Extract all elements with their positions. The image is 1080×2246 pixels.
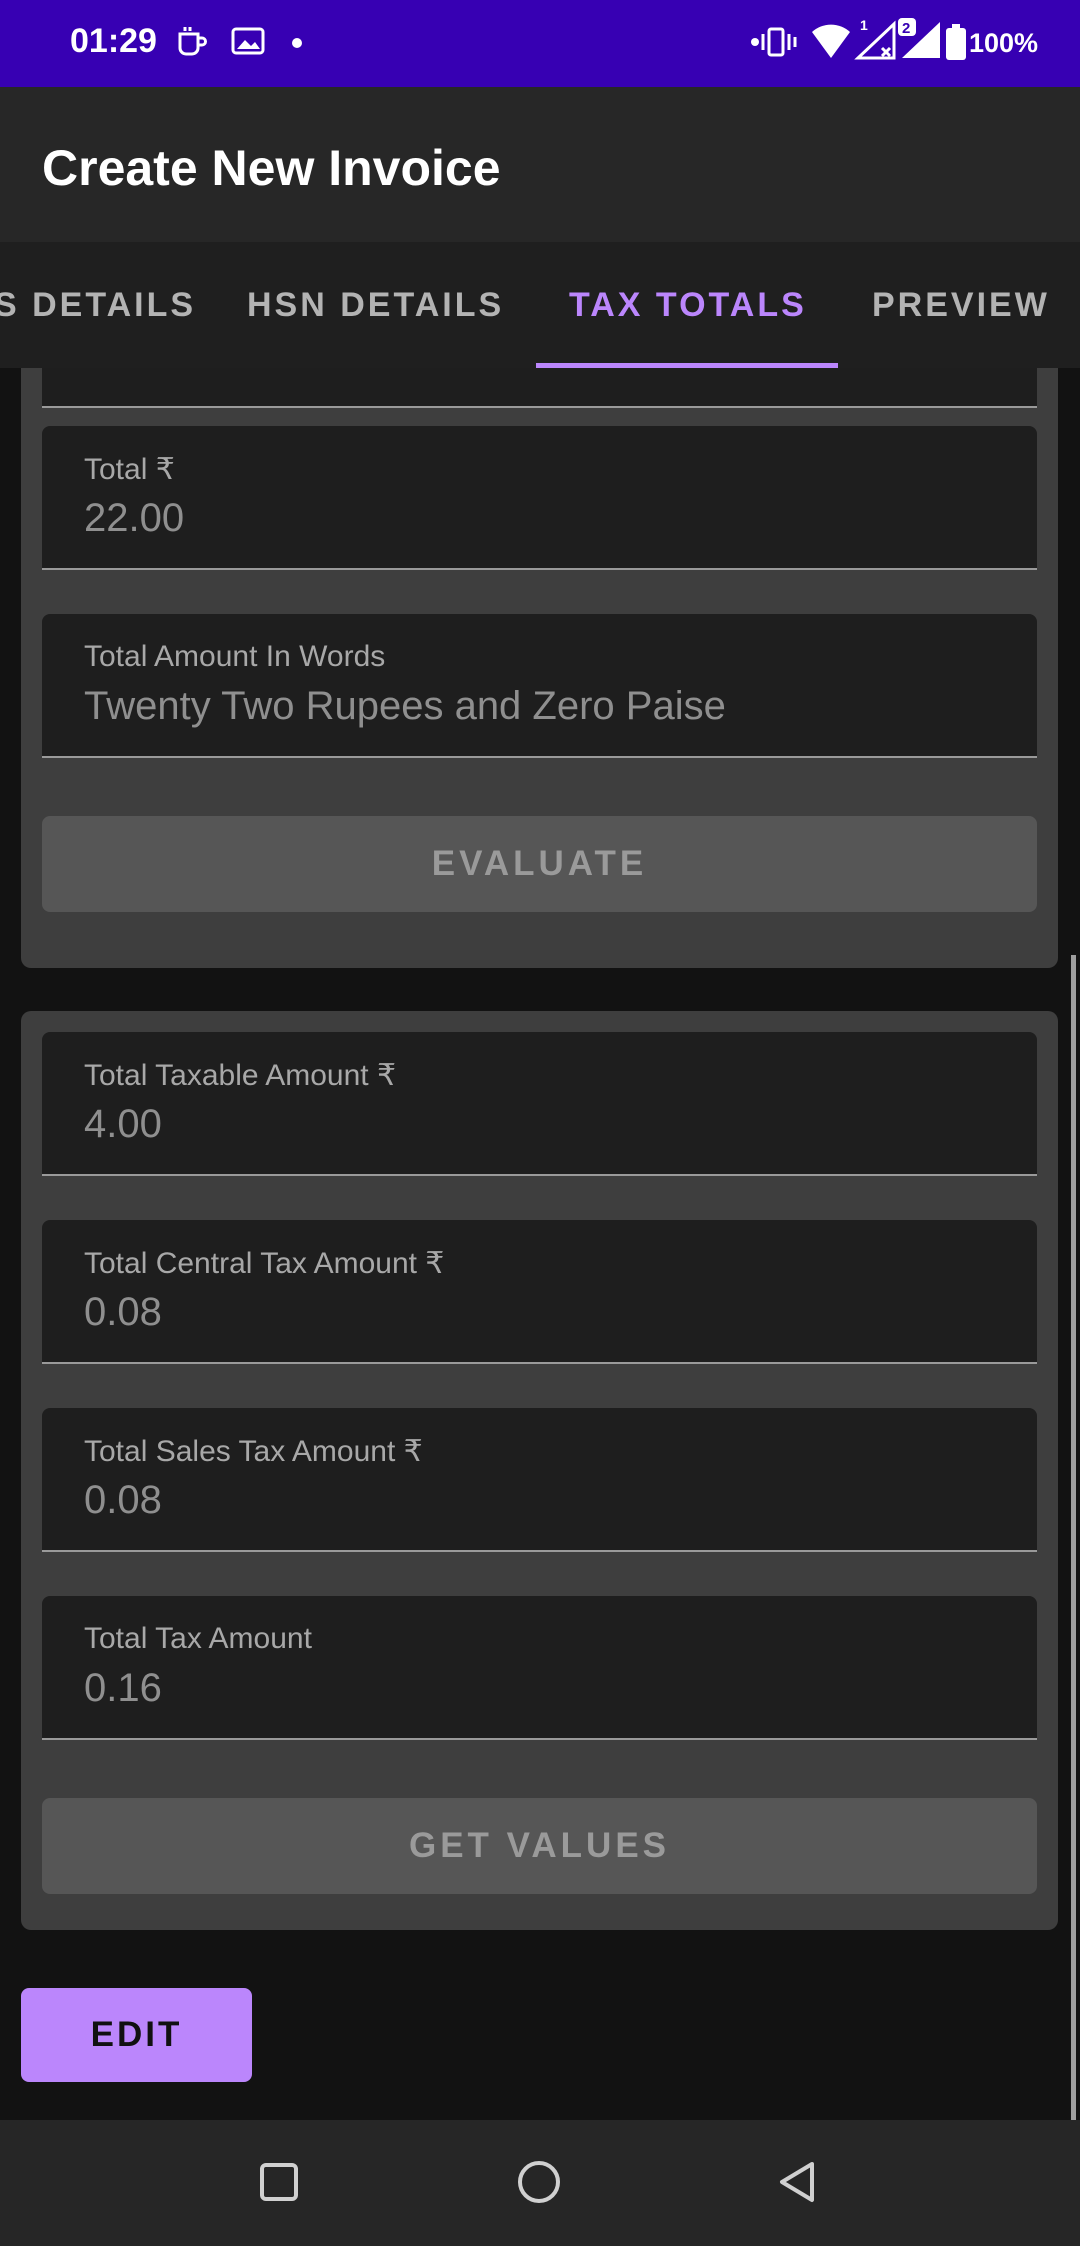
totals-card: Total ₹ 22.00 Total Amount In Words Twen… bbox=[21, 368, 1058, 968]
dot-icon bbox=[291, 36, 303, 54]
total-central-tax-amount-value: 0.08 bbox=[84, 1290, 162, 1334]
square-icon bbox=[260, 2163, 298, 2201]
home-button[interactable] bbox=[516, 2160, 562, 2209]
total-amount-in-words-field[interactable]: Total Amount In Words Twenty Two Rupees … bbox=[42, 614, 1037, 758]
status-bar: 01:29 1 2 100% bbox=[0, 0, 1080, 87]
app-bar: Create New Invoice bbox=[0, 87, 1080, 242]
vibrate-icon bbox=[750, 24, 802, 65]
get-values-button[interactable]: GET VALUES bbox=[42, 1798, 1037, 1894]
previous-field[interactable] bbox=[42, 368, 1037, 408]
battery-icon bbox=[946, 24, 966, 65]
svg-text:2: 2 bbox=[902, 20, 910, 37]
tab-items-details[interactable]: S DETAILS bbox=[0, 286, 196, 325]
total-sales-tax-amount-label: Total Sales Tax Amount ₹ bbox=[84, 1435, 423, 1468]
signal-1-icon: 1 bbox=[854, 17, 900, 67]
tax-totals-content[interactable]: Total ₹ 22.00 Total Amount In Words Twen… bbox=[0, 368, 1080, 2120]
total-tax-amount-field[interactable]: Total Tax Amount 0.16 bbox=[42, 1596, 1037, 1740]
navigation-bar bbox=[0, 2120, 1080, 2246]
status-time: 01:29 bbox=[70, 22, 157, 60]
scrollbar[interactable] bbox=[1071, 955, 1076, 2120]
tab-preview[interactable]: PREVIEW bbox=[872, 286, 1050, 325]
tab-hsn-details[interactable]: HSN DETAILS bbox=[247, 286, 504, 325]
total-amount-in-words-value: Twenty Two Rupees and Zero Paise bbox=[84, 684, 726, 728]
tab-tax-totals[interactable]: TAX TOTALS bbox=[569, 286, 807, 325]
circle-icon bbox=[518, 2161, 560, 2203]
wifi-icon bbox=[810, 20, 852, 65]
tax-values-card: Total Taxable Amount ₹ 4.00 Total Centra… bbox=[21, 1011, 1058, 1930]
signal-2-icon: 2 bbox=[898, 18, 944, 67]
total-central-tax-amount-label: Total Central Tax Amount ₹ bbox=[84, 1247, 445, 1280]
total-sales-tax-amount-value: 0.08 bbox=[84, 1478, 162, 1522]
total-field[interactable]: Total ₹ 22.00 bbox=[42, 426, 1037, 570]
total-tax-amount-value: 0.16 bbox=[84, 1666, 162, 1710]
total-label: Total ₹ bbox=[84, 453, 175, 486]
image-notification-icon bbox=[230, 24, 266, 63]
recents-button[interactable] bbox=[259, 2160, 299, 2209]
back-button[interactable] bbox=[776, 2160, 818, 2209]
evaluate-button[interactable]: EVALUATE bbox=[42, 816, 1037, 912]
total-taxable-amount-label: Total Taxable Amount ₹ bbox=[84, 1059, 397, 1092]
total-sales-tax-amount-field[interactable]: Total Sales Tax Amount ₹ 0.08 bbox=[42, 1408, 1037, 1552]
total-central-tax-amount-field[interactable]: Total Central Tax Amount ₹ 0.08 bbox=[42, 1220, 1037, 1364]
total-amount-in-words-label: Total Amount In Words bbox=[84, 640, 386, 673]
coffee-notification-icon bbox=[174, 24, 208, 65]
page-title: Create New Invoice bbox=[42, 140, 501, 196]
edit-button[interactable]: EDIT bbox=[21, 1988, 252, 2082]
total-tax-amount-label: Total Tax Amount bbox=[84, 1622, 312, 1655]
triangle-back-icon bbox=[780, 2162, 814, 2202]
total-taxable-amount-value: 4.00 bbox=[84, 1102, 162, 1146]
tab-bar: S DETAILS HSN DETAILS TAX TOTALS PREVIEW bbox=[0, 242, 1080, 368]
battery-percentage: 100% bbox=[968, 28, 1038, 58]
total-taxable-amount-field[interactable]: Total Taxable Amount ₹ 4.00 bbox=[42, 1032, 1037, 1176]
total-value: 22.00 bbox=[84, 496, 185, 540]
svg-text:1: 1 bbox=[860, 18, 868, 33]
